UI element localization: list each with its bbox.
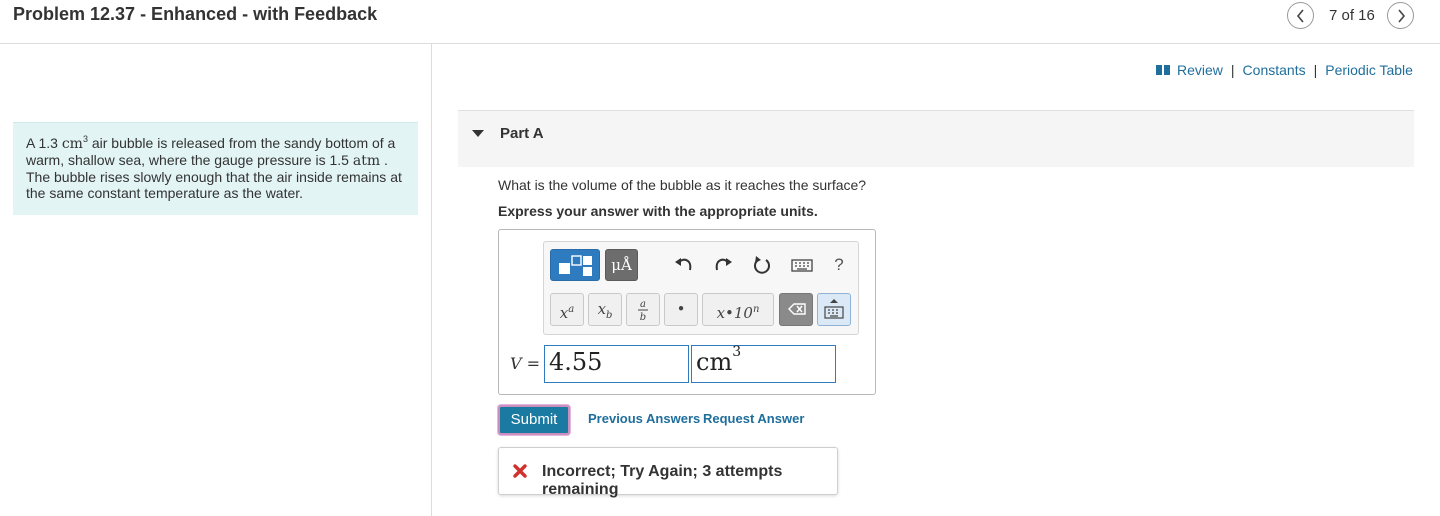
- next-problem-button[interactable]: [1387, 2, 1414, 29]
- fraction-button[interactable]: a b: [626, 293, 660, 326]
- chevron-left-icon: [1296, 9, 1304, 23]
- reset-icon: [754, 256, 770, 274]
- problem-counter: 7 of 16: [1329, 7, 1375, 24]
- equals-sign: =: [526, 354, 541, 373]
- scientific-notation-button[interactable]: x•10n: [702, 293, 774, 326]
- question-text: What is the volume of the bubble as it r…: [498, 177, 867, 193]
- delete-button[interactable]: [779, 293, 813, 326]
- unit-cm: cm: [61, 136, 83, 152]
- problem-title: Problem 12.37 - Enhanced - with Feedback: [13, 4, 378, 24]
- superscript-button[interactable]: xa: [550, 293, 584, 326]
- superscript-label: xa: [559, 304, 575, 322]
- problem-text-a: A 1.3: [26, 135, 58, 151]
- submit-button[interactable]: Submit: [498, 405, 570, 435]
- request-answer-link[interactable]: Request Answer: [703, 411, 804, 426]
- unit-atm: atm: [352, 153, 381, 169]
- redo-icon: [715, 258, 732, 271]
- part-a-header[interactable]: Part A: [458, 110, 1414, 167]
- scientific-notation-label: x•10n: [716, 304, 760, 322]
- top-bar: Problem 12.37 - Enhanced - with Feedback…: [0, 0, 1440, 44]
- incorrect-x-icon: [513, 464, 527, 478]
- part-label: Part A: [500, 125, 544, 142]
- keyboard-icon: [791, 259, 813, 272]
- answer-editor: μÅ ? xa xb a b • x•10n V = 4.55 cm3: [498, 229, 876, 395]
- symbols-button[interactable]: μÅ: [605, 249, 638, 281]
- math-toolbar: μÅ ? xa xb a b • x•10n: [543, 241, 859, 335]
- subscript-button[interactable]: xb: [588, 293, 622, 326]
- unit-input[interactable]: cm3: [691, 345, 836, 383]
- instruction-text: Express your answer with the appropriate…: [498, 203, 818, 219]
- keyboard-up-icon: [824, 299, 844, 319]
- undo-button[interactable]: [671, 251, 697, 279]
- undo-icon: [675, 258, 692, 271]
- value-input[interactable]: 4.55: [544, 345, 689, 383]
- review-link[interactable]: Review: [1177, 62, 1223, 78]
- chevron-right-icon: [1398, 9, 1406, 23]
- caret-down-icon: [472, 130, 484, 137]
- link-separator: |: [1313, 62, 1318, 78]
- book-icon: [1156, 65, 1170, 75]
- column-divider: [431, 44, 432, 516]
- answer-variable: V =: [510, 354, 540, 373]
- unit-exponent: 3: [732, 344, 742, 360]
- link-separator: |: [1230, 62, 1235, 78]
- templates-icon: [559, 255, 592, 276]
- previous-answers-link[interactable]: Previous Answers: [588, 411, 700, 426]
- previous-problem-button[interactable]: [1287, 2, 1314, 29]
- variable-symbol: V: [510, 354, 522, 373]
- templates-button[interactable]: [550, 249, 600, 281]
- fraction-icon: a b: [638, 299, 648, 323]
- dot-button[interactable]: •: [664, 293, 698, 326]
- subscript-label: xb: [597, 300, 613, 321]
- reset-button[interactable]: [749, 251, 775, 279]
- feedback-panel: Incorrect; Try Again; 3 attempts remaini…: [498, 447, 838, 498]
- keyboard-shortcuts-button[interactable]: [787, 251, 817, 279]
- fraction-denominator: b: [640, 312, 646, 323]
- resource-links: Review | Constants | Periodic Table: [1155, 62, 1413, 78]
- keyboard-button[interactable]: [817, 293, 851, 326]
- unit-text: cm: [696, 348, 733, 376]
- problem-statement: A 1.3 cm3 air bubble is released from th…: [13, 122, 418, 215]
- redo-button[interactable]: [710, 251, 736, 279]
- backspace-icon: [788, 303, 806, 315]
- constants-link[interactable]: Constants: [1243, 62, 1306, 78]
- help-button[interactable]: ?: [826, 251, 852, 279]
- fraction-numerator: a: [640, 299, 646, 310]
- feedback-message: Incorrect; Try Again; 3 attempts remaini…: [542, 463, 783, 498]
- periodic-table-link[interactable]: Periodic Table: [1325, 62, 1413, 78]
